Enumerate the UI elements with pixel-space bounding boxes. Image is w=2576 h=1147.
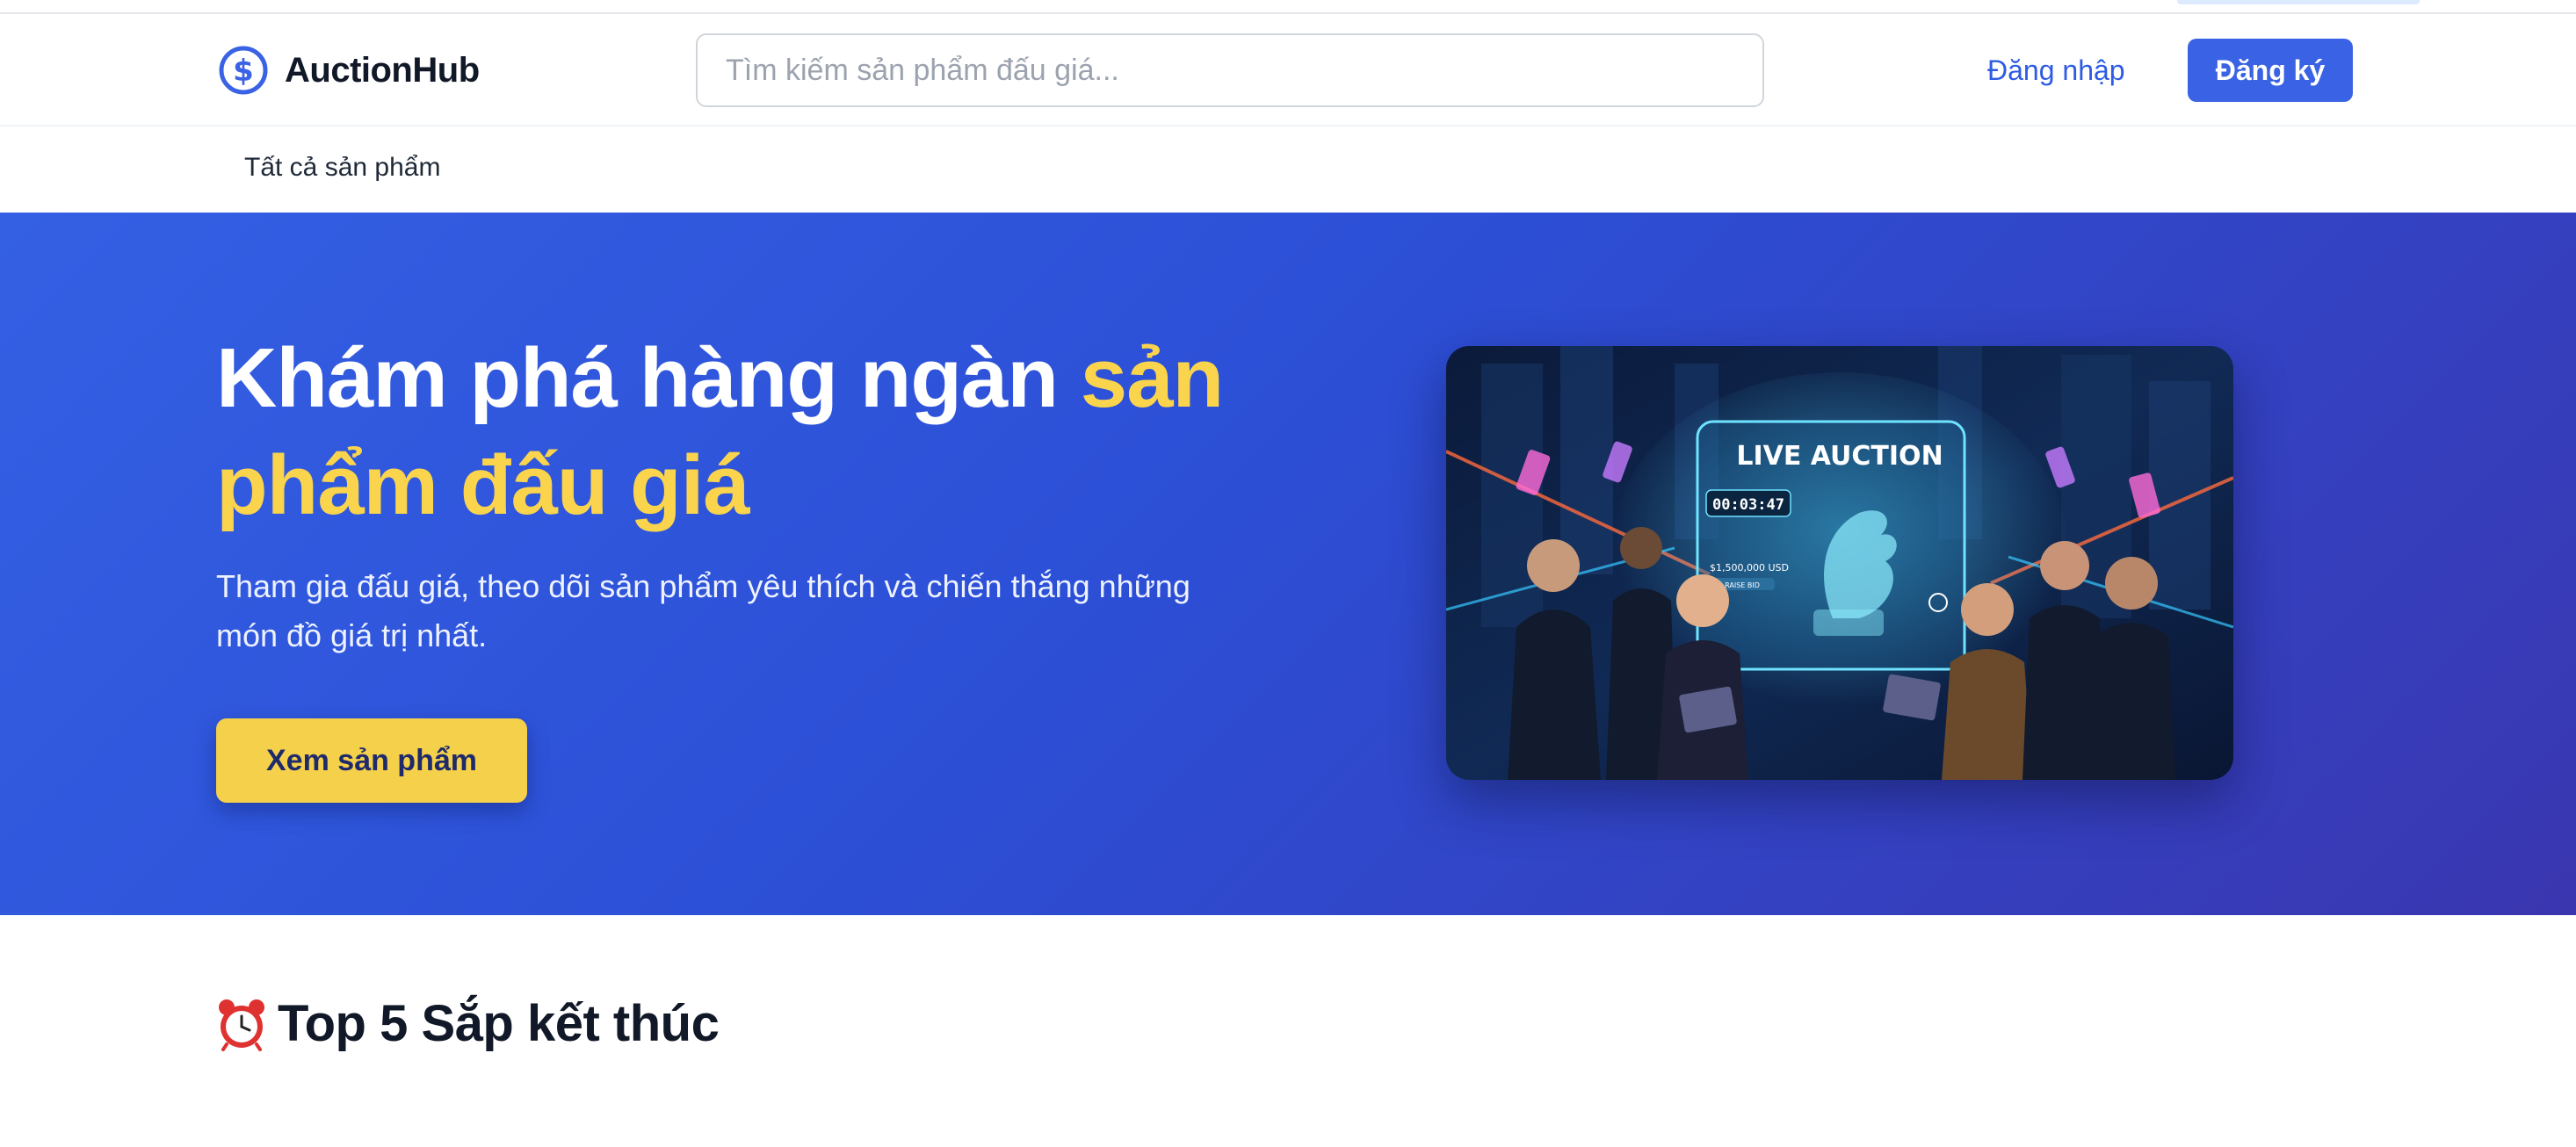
signup-button[interactable]: Đăng ký (2188, 39, 2353, 102)
screen-price: $1,500,000 USD (1710, 562, 1789, 574)
browser-top-strip (0, 0, 2576, 14)
live-auction-illustration: LIVE AUCTION 00:03:47 $1,500,000 USD RAI… (1446, 346, 2233, 780)
view-products-button[interactable]: Xem sản phẩm (216, 718, 527, 803)
hero-title: Khám phá hàng ngàn sản phẩm đấu giá (216, 325, 1288, 539)
svg-text:$: $ (233, 54, 254, 89)
brand-name: AuctionHub (285, 50, 480, 90)
brand-logo[interactable]: $ AuctionHub (218, 44, 480, 97)
hero-banner: Khám phá hàng ngàn sản phẩm đấu giá Tham… (0, 213, 2576, 915)
screen-bid-button: RAISE BID (1725, 581, 1760, 589)
hero-subtitle: Tham gia đấu giá, theo dõi sản phẩm yêu … (216, 568, 1190, 653)
nav-item-all-products[interactable]: Tất cả sản phẩm (244, 153, 440, 183)
scroll-indicator (2177, 0, 2420, 4)
screen-timer: 00:03:47 (1712, 496, 1784, 514)
ending-soon-heading: Top 5 Sắp kết thúc (214, 994, 720, 1053)
section-title: Top 5 Sắp kết thúc (278, 995, 720, 1052)
login-link[interactable]: Đăng nhập (1987, 47, 2125, 93)
category-nav: Tất cả sản phẩm (0, 126, 2576, 213)
hero-image: LIVE AUCTION 00:03:47 $1,500,000 USD RAI… (1446, 346, 2233, 780)
screen-title: LIVE AUCTION (1736, 441, 1943, 472)
site-header: $ AuctionHub Đăng nhập Đăng ký (0, 14, 2576, 126)
hero-title-main: Khám phá hàng ngàn (216, 331, 1081, 425)
search-input[interactable] (696, 33, 1764, 107)
dollar-circle-icon: $ (219, 46, 268, 95)
alarm-clock-icon (219, 999, 264, 1051)
